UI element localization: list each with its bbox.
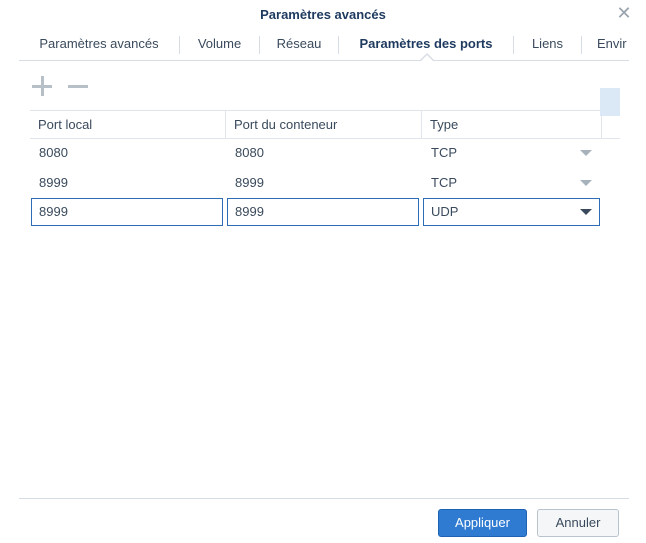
tab-environnement[interactable]: Envir xyxy=(582,30,629,60)
tab-reseau[interactable]: Réseau xyxy=(260,30,338,60)
editing-row: 8999 8999 UDP xyxy=(30,198,620,228)
advanced-settings-dialog: Paramètres avancés ✕ Paramètres avancés … xyxy=(0,0,646,543)
apply-button[interactable]: Appliquer xyxy=(438,509,527,537)
cell-port-local: 8080 xyxy=(39,145,68,160)
table-row[interactable]: 8999 8999 TCP xyxy=(30,168,620,198)
tab-parametres-avances[interactable]: Paramètres avancés xyxy=(19,30,179,60)
column-header-type[interactable]: Type xyxy=(422,111,602,138)
type-select-value: UDP xyxy=(431,204,459,219)
title-bar: Paramètres avancés ✕ xyxy=(0,0,646,30)
row-selection-indicator xyxy=(600,88,620,116)
plus-icon[interactable] xyxy=(31,76,53,98)
cell-port-conteneur: 8080 xyxy=(235,145,264,160)
column-header-port-local[interactable]: Port local xyxy=(30,111,226,138)
footer-divider xyxy=(19,498,629,499)
tab-bar: Paramètres avancés Volume Réseau Paramèt… xyxy=(19,30,629,61)
column-header-port-conteneur[interactable]: Port du conteneur xyxy=(226,111,422,138)
cell-type: TCP xyxy=(431,145,457,160)
chevron-down-icon[interactable] xyxy=(580,180,592,186)
table-row[interactable]: 8080 8080 TCP xyxy=(30,138,620,168)
cancel-button[interactable]: Annuler xyxy=(537,509,619,537)
cell-port-local: 8999 xyxy=(39,175,68,190)
port-conteneur-input[interactable]: 8999 xyxy=(227,198,419,226)
type-select[interactable]: UDP xyxy=(423,198,600,226)
tab-liens[interactable]: Liens xyxy=(514,30,581,60)
cell-type: TCP xyxy=(431,175,457,190)
port-local-input[interactable]: 8999 xyxy=(31,198,223,226)
table-header: Port local Port du conteneur Type xyxy=(30,110,620,139)
minus-icon[interactable] xyxy=(67,76,89,98)
tab-volume[interactable]: Volume xyxy=(180,30,259,60)
cell-port-conteneur: 8999 xyxy=(235,175,264,190)
port-table: Port local Port du conteneur Type 8080 8… xyxy=(30,110,620,230)
dialog-title: Paramètres avancés xyxy=(260,7,386,22)
close-icon[interactable]: ✕ xyxy=(616,4,632,22)
chevron-down-icon[interactable] xyxy=(580,209,592,215)
chevron-down-icon[interactable] xyxy=(580,150,592,156)
